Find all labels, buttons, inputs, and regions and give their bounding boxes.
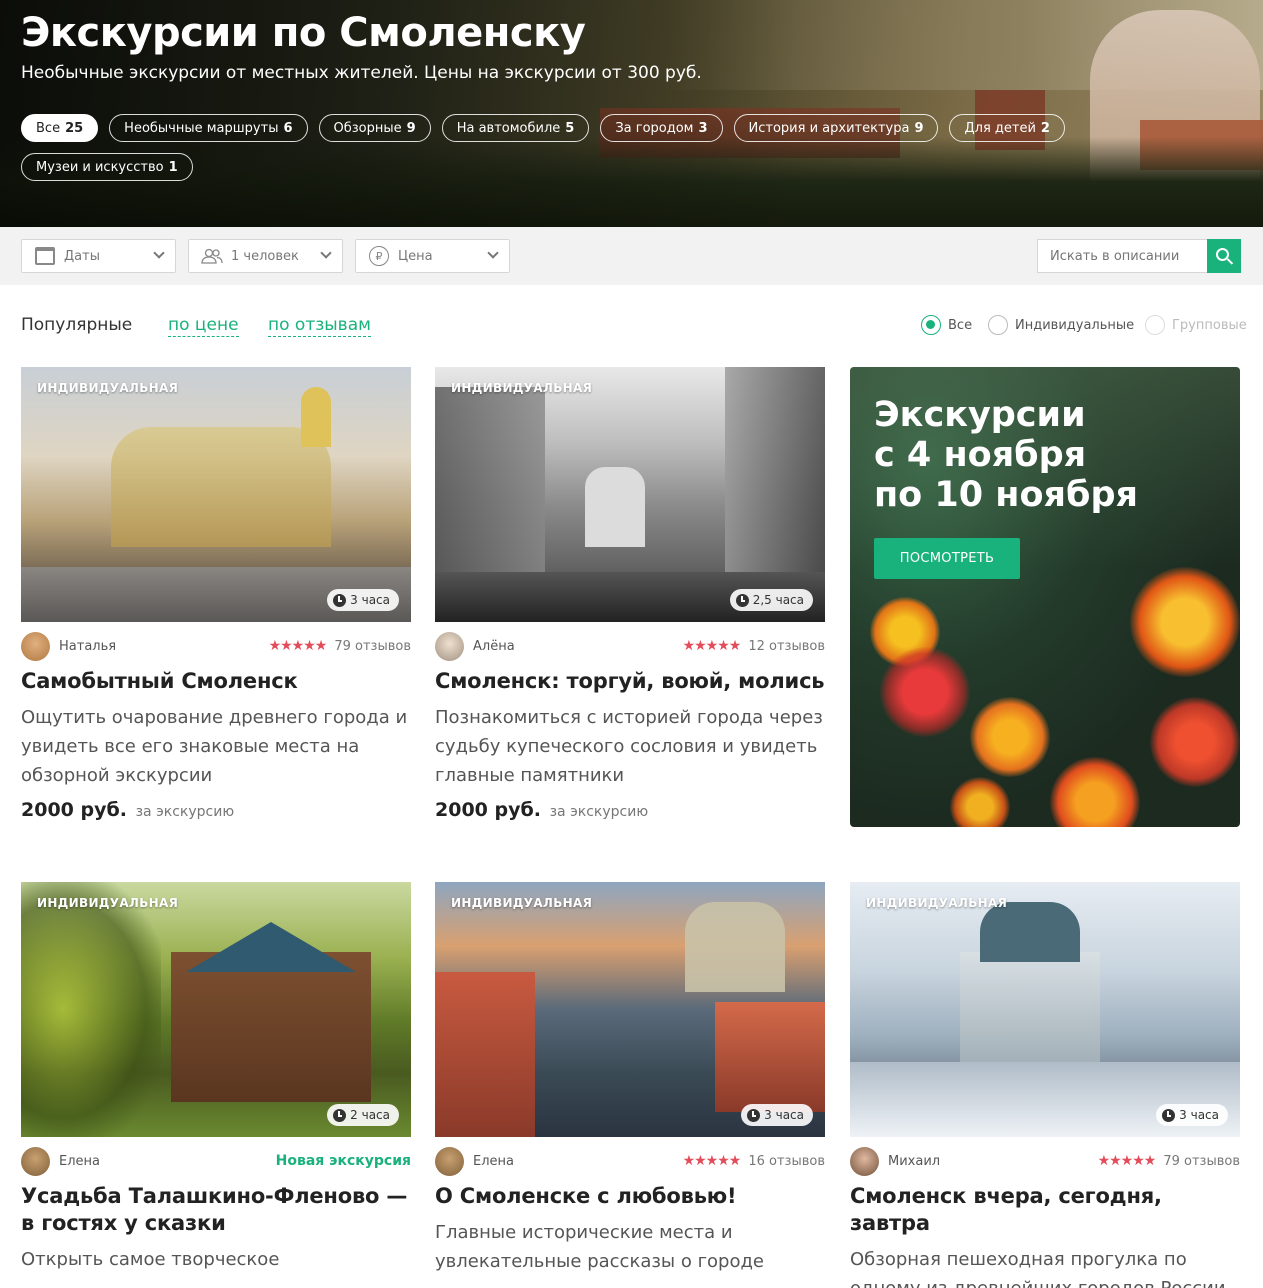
chevron-down-icon: [320, 247, 332, 259]
guide-name: Елена: [59, 1153, 100, 1169]
badge-individual: ИНДИВИДУАЛЬНАЯ: [866, 896, 1008, 910]
tour-photo[interactable]: ИНДИВИДУАЛЬНАЯ 2 часа: [21, 882, 411, 1137]
search-button[interactable]: [1207, 239, 1241, 273]
duration-badge: 3 часа: [741, 1104, 813, 1126]
promo-view-button[interactable]: ПОСМОТРЕТЬ: [874, 538, 1020, 579]
duration-badge: 2,5 часа: [729, 589, 813, 611]
clock-icon: [747, 1108, 761, 1122]
search-icon: [1216, 248, 1229, 261]
people-select[interactable]: 1 человек: [188, 239, 343, 273]
badge-individual: ИНДИВИДУАЛЬНАЯ: [37, 381, 179, 395]
category-chip-outside-city[interactable]: За городом 3: [600, 114, 723, 142]
sort-by-reviews[interactable]: по отзывам: [268, 315, 371, 337]
avatar: [850, 1146, 879, 1176]
rating: ★★★★★ 79 отзывов: [268, 638, 411, 654]
tour-card[interactable]: ИНДИВИДУАЛЬНАЯ 3 часа Елена ★★★★★ 16 отзы…: [435, 882, 825, 1276]
badge-individual: ИНДИВИДУАЛЬНАЯ: [37, 896, 179, 910]
tour-photo[interactable]: ИНДИВИДУАЛЬНАЯ 3 часа: [435, 882, 825, 1137]
tour-card[interactable]: ИНДИВИДУАЛЬНАЯ 2,5 часа Алёна ★★★★★ 12 от…: [435, 367, 825, 821]
guide-name: Елена: [473, 1153, 514, 1169]
type-radio-individual[interactable]: Индивидуальные: [988, 315, 1134, 335]
filter-bar: Даты 1 человек ₽ Цена: [0, 227, 1263, 285]
duration-badge: 3 часа: [1156, 1104, 1228, 1126]
dates-select[interactable]: Даты: [21, 239, 176, 273]
page-subtitle: Необычные экскурсии от местных жителей. …: [21, 63, 702, 83]
chevron-down-icon: [153, 247, 165, 259]
tour-photo[interactable]: ИНДИВИДУАЛЬНАЯ 3 часа: [21, 367, 411, 622]
rating: ★★★★★ 16 отзывов: [682, 1153, 825, 1169]
tour-description: Познакомиться с историей города через су…: [435, 707, 823, 786]
type-radio-group[interactable]: Групповые: [1145, 315, 1247, 335]
rating: ★★★★★ 79 отзывов: [1097, 1153, 1240, 1169]
category-chip-history[interactable]: История и архитектура 9: [733, 114, 939, 142]
guide-name: Алёна: [473, 638, 515, 654]
calendar-icon: [34, 246, 56, 266]
promo-banner[interactable]: Экскурсии с 4 ноября по 10 ноября ПОСМОТ…: [850, 367, 1240, 827]
star-rating-icon: ★★★★★: [682, 1153, 742, 1169]
clock-icon: [1162, 1108, 1176, 1122]
guide-name: Наталья: [59, 638, 117, 654]
tour-title[interactable]: Самобытный Смоленск: [21, 668, 411, 695]
avatar: [21, 631, 50, 661]
tour-card[interactable]: ИНДИВИДУАЛЬНАЯ 3 часа Наталья ★★★★★ 79 от…: [21, 367, 411, 821]
category-chip-kids[interactable]: Для детей 2: [949, 114, 1065, 142]
star-rating-icon: ★★★★★: [268, 638, 328, 654]
hero-banner: Экскурсии по Смоленску Необычные экскурс…: [0, 0, 1263, 227]
tour-photo[interactable]: ИНДИВИДУАЛЬНАЯ 3 часа: [850, 882, 1240, 1137]
category-chip-all[interactable]: Все 25: [21, 114, 99, 142]
category-chip-unusual[interactable]: Необычные маршруты 6: [109, 114, 308, 142]
tour-title[interactable]: О Смоленске с любовью!: [435, 1183, 825, 1210]
badge-individual: ИНДИВИДУАЛЬНАЯ: [451, 896, 593, 910]
promo-title: Экскурсии с 4 ноября по 10 ноября: [874, 395, 1138, 515]
chevron-down-icon: [487, 247, 499, 259]
tour-title[interactable]: Усадьба Талашкино-Фленово — в гостях у с…: [21, 1183, 411, 1237]
clock-icon: [735, 593, 749, 607]
avatar: [21, 1146, 50, 1176]
page-title: Экскурсии по Смоленску: [21, 10, 586, 56]
tour-title[interactable]: Смоленск: торгуй, воюй, молись: [435, 668, 825, 695]
sort-popular[interactable]: Популярные: [21, 315, 132, 335]
category-chip-museums[interactable]: Музеи и искусство 1: [21, 153, 193, 181]
type-radio-all[interactable]: Все: [921, 315, 972, 335]
category-chip-car[interactable]: На автомобиле 5: [441, 114, 590, 142]
people-icon: [201, 246, 223, 266]
duration-badge: 2 часа: [327, 1104, 399, 1126]
guide-name: Михаил: [888, 1153, 941, 1169]
search-input[interactable]: [1037, 239, 1208, 273]
star-rating-icon: ★★★★★: [1097, 1153, 1157, 1169]
category-chips: Все 25 Необычные маршруты 6 Обзорные 9 На а…: [21, 114, 1081, 181]
tour-title[interactable]: Смоленск вчера, сегодня, завтра: [850, 1183, 1240, 1237]
clock-icon: [333, 1108, 347, 1122]
ruble-icon: ₽: [368, 246, 390, 266]
avatar: [435, 1146, 464, 1176]
tour-card[interactable]: ИНДИВИДУАЛЬНАЯ 3 часа Михаил ★★★★★ 79 отз…: [850, 882, 1240, 1288]
duration-badge: 3 часа: [327, 589, 399, 611]
star-rating-icon: ★★★★★: [682, 638, 742, 654]
tour-price: 2000 руб. за экскурсию: [435, 799, 649, 821]
tour-price: 2000 руб. за экскурсию: [21, 799, 235, 821]
price-select[interactable]: ₽ Цена: [355, 239, 510, 273]
category-chip-overview[interactable]: Обзорные 9: [318, 114, 431, 142]
avatar: [435, 631, 464, 661]
clock-icon: [333, 593, 347, 607]
tour-description: Ощутить очарование древнего города и уви…: [21, 707, 408, 786]
tour-description: Открыть самое творческое: [21, 1249, 280, 1270]
rating: ★★★★★ 12 отзывов: [682, 638, 825, 654]
tour-photo[interactable]: ИНДИВИДУАЛЬНАЯ 2,5 часа: [435, 367, 825, 622]
tour-description: Обзорная пешеходная прогулка по одному и…: [850, 1249, 1226, 1288]
badge-individual: ИНДИВИДУАЛЬНАЯ: [451, 381, 593, 395]
sort-by-price[interactable]: по цене: [168, 315, 239, 337]
tour-description: Главные исторические места и увлекательн…: [435, 1222, 765, 1272]
tour-card[interactable]: ИНДИВИДУАЛЬНАЯ 2 часа Елена Новая экскур…: [21, 882, 411, 1274]
new-tour-label: Новая экскурсия: [275, 1153, 411, 1169]
